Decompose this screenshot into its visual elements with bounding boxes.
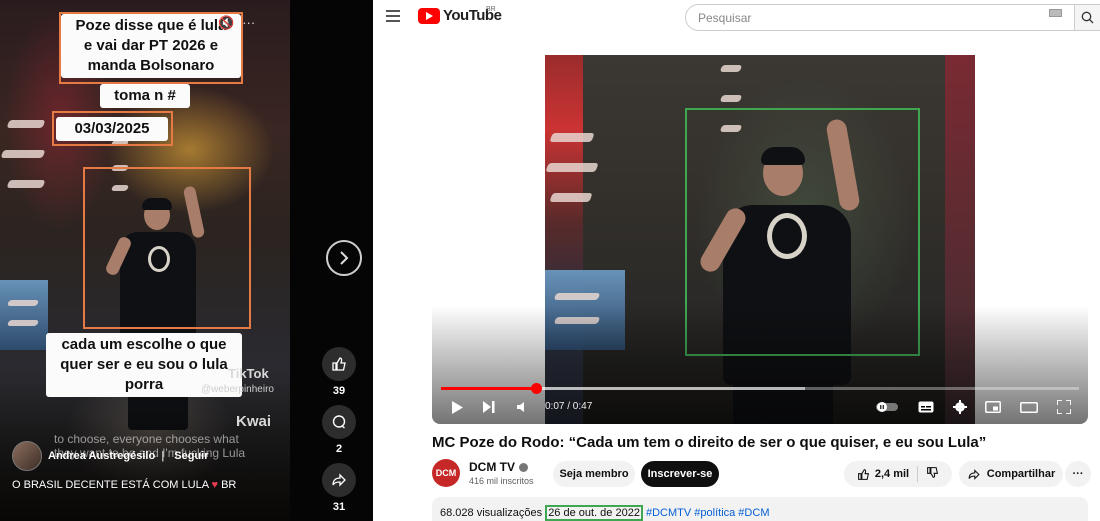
tiktok-top-icons: 🔇 ··· [218, 15, 255, 31]
channel-avatar[interactable]: DCM [432, 459, 460, 487]
caption-toma: toma n # [100, 84, 190, 108]
like-count: 39 [332, 385, 346, 397]
keyboard-icon[interactable] [1049, 9, 1062, 17]
next-video-button[interactable] [326, 240, 362, 276]
more-actions-button[interactable]: ··· [1065, 461, 1091, 487]
chevron-right-icon [340, 251, 349, 265]
caption-bottom-line: quer ser e eu sou o lula [60, 356, 228, 373]
stage-light-shape [0, 150, 46, 158]
menu-icon[interactable] [386, 10, 400, 22]
post-description-text: O BRASIL DECENTE ESTÁ COM LULA [12, 479, 209, 491]
subscribe-button[interactable]: Inscrever-se [641, 461, 719, 487]
stage-light-shape [549, 133, 595, 142]
search-icon [1081, 11, 1094, 24]
region-label: BR [486, 6, 496, 13]
stage-light-shape [549, 193, 593, 202]
share-arrow-icon [968, 468, 980, 480]
youtube-page: YouTube BR Pesquisar 0:07 / 0:47 MC Poze… [373, 0, 1100, 521]
upload-date: 26 de out. de 2022 [545, 505, 643, 521]
share-label: Compartilhar [986, 468, 1056, 480]
like-action[interactable]: 39 [321, 347, 357, 397]
player-controls: 0:07 / 0:47 [432, 397, 1088, 419]
autoplay-toggle-icon[interactable] [874, 397, 900, 417]
stage-light-shape [719, 95, 743, 102]
verified-icon [519, 463, 528, 473]
like-dislike-group: 2,4 mil [844, 461, 952, 487]
search-box[interactable] [685, 4, 1075, 31]
flag-label: BR [221, 479, 237, 491]
like-count: 2,4 mil [874, 468, 910, 480]
like-icon[interactable] [322, 347, 356, 381]
comment-icon[interactable] [322, 405, 356, 439]
fullscreen-icon[interactable] [1054, 397, 1074, 417]
view-count: 68.028 visualizações [440, 507, 543, 519]
mute-icon[interactable]: 🔇 [218, 15, 234, 31]
avatar[interactable] [12, 441, 42, 471]
youtube-play-logo-icon [418, 7, 440, 24]
share-count: 31 [332, 501, 346, 513]
thumbs-down-icon [927, 467, 939, 478]
miniplayer-icon[interactable] [983, 397, 1003, 417]
time-display: 0:07 / 0:47 [545, 401, 593, 412]
volume-icon[interactable] [514, 397, 532, 417]
highlight-box-orange [59, 12, 243, 84]
thumbs-up-icon [857, 468, 869, 480]
progress-played [441, 387, 537, 390]
subscriber-count: 416 mil inscritos [469, 476, 534, 486]
join-member-button[interactable]: Seja membro [553, 461, 635, 487]
divider [917, 466, 919, 482]
stage-light-shape [545, 163, 599, 172]
like-button[interactable]: 2,4 mil [857, 468, 909, 481]
progress-bar[interactable] [441, 383, 1079, 394]
follow-button[interactable]: Seguir [170, 449, 212, 463]
play-icon[interactable] [448, 397, 466, 417]
progress-scrubber[interactable] [531, 383, 543, 394]
caption-bottom-line: cada um escolhe o que [61, 336, 227, 353]
post-description: O BRASIL DECENTE ESTÁ COM LULA ♥ BR [12, 479, 236, 491]
more-icon[interactable]: ··· [242, 15, 255, 31]
tiktok-panel: Poze disse que é lula e vai dar PT 2026 … [0, 0, 373, 521]
share-action[interactable]: 31 [321, 463, 357, 513]
channel-name[interactable]: DCM TV [469, 460, 528, 474]
dislike-button[interactable] [926, 466, 939, 482]
stage-light-shape [6, 180, 46, 188]
stage-light-shape [6, 320, 40, 326]
tiktok-watermark-user: @weberpinheiro [201, 384, 274, 395]
heart-icon: ♥ [211, 479, 219, 491]
stage-light-shape [553, 293, 601, 300]
video-title: MC Poze do Rodo: “Cada um tem o direito … [432, 434, 987, 451]
subtitles-icon[interactable] [916, 397, 936, 417]
search-button[interactable] [1075, 4, 1100, 31]
highlight-box-orange [52, 111, 173, 146]
stage-light-shape [719, 65, 743, 72]
description-box[interactable]: 68.028 visualizações 26 de out. de 2022 … [432, 497, 1088, 521]
channel-name-text[interactable]: DCM TV [469, 460, 515, 474]
settings-gear-icon[interactable] [950, 397, 970, 417]
stage-screen [0, 280, 48, 350]
video-player[interactable]: 0:07 / 0:47 [432, 55, 1088, 424]
separator: | [161, 450, 165, 462]
hashtags[interactable]: #DCMTV #política #DCM [646, 507, 769, 519]
highlight-box-orange [83, 167, 251, 329]
share-button[interactable]: Compartilhar [959, 461, 1063, 487]
share-icon[interactable] [322, 463, 356, 497]
comment-count: 2 [335, 443, 343, 455]
kwai-watermark: Kwai [236, 413, 272, 430]
tiktok-watermark: TikTok [228, 366, 269, 381]
comment-action[interactable]: 2 [321, 405, 357, 455]
stage-light-shape [6, 300, 40, 306]
author-row: Andrea Austregésilo | Seguir [12, 441, 213, 471]
author-name[interactable]: Andrea Austregésilo [48, 450, 155, 462]
next-icon[interactable] [480, 397, 498, 417]
theater-mode-icon[interactable] [1018, 397, 1040, 417]
search-input[interactable] [698, 10, 1028, 25]
channel-row: DCM DCM TV 416 mil inscritos Seja membro… [432, 458, 1092, 490]
stage-light-shape [6, 120, 46, 128]
